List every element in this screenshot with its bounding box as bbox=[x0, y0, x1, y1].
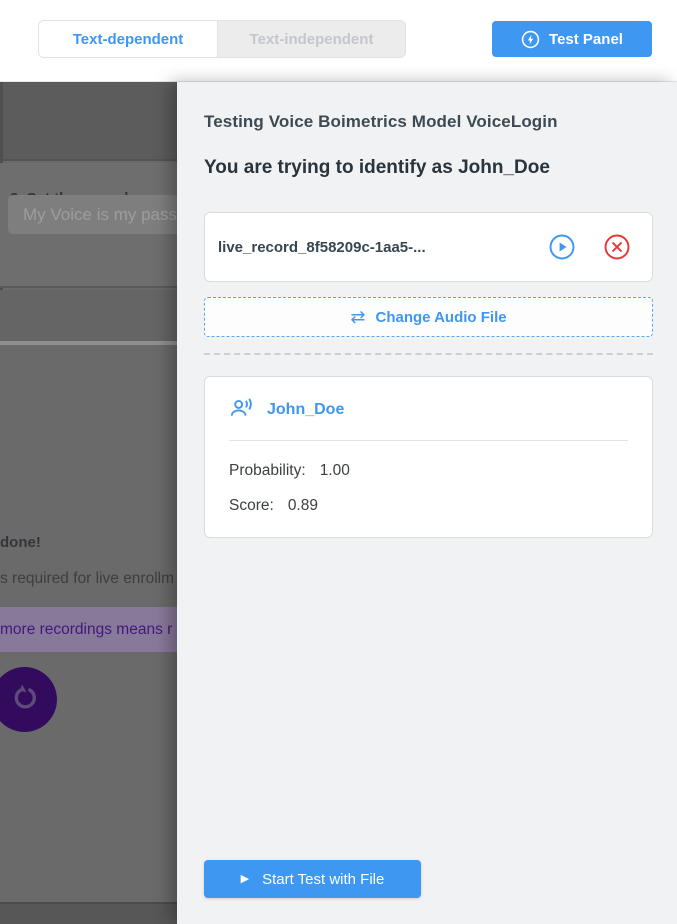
probability-value: 1.00 bbox=[319, 462, 350, 479]
change-audio-file-button[interactable]: ⇄ Change Audio File bbox=[204, 297, 653, 337]
enrollment-hint-text: s required for live enrollm bbox=[0, 570, 175, 587]
top-header: Text-dependent Text-independent Test Pan… bbox=[0, 0, 677, 82]
page-root: Text-dependent Text-independent Test Pan… bbox=[0, 0, 677, 924]
score-value: 0.89 bbox=[287, 497, 318, 514]
recordings-highlight: more recordings means r bbox=[0, 607, 177, 652]
tab-text-dependent[interactable]: Text-dependent bbox=[39, 21, 217, 57]
score-row: Score: 0.89 bbox=[229, 497, 628, 515]
audio-file-name: live_record_8f58209c-1aa5-... bbox=[218, 238, 426, 256]
drawer-content: Testing Voice Boimetrics Model VoiceLogi… bbox=[177, 82, 677, 924]
result-divider bbox=[229, 440, 628, 441]
audio-file-card: live_record_8f58209c-1aa5-... bbox=[204, 212, 653, 282]
score-label: Score: bbox=[229, 497, 274, 514]
probability-label: Probability: bbox=[229, 462, 306, 479]
speaker-name: John_Doe bbox=[267, 401, 345, 418]
mode-tabs: Text-dependent Text-independent bbox=[38, 20, 406, 58]
start-test-button[interactable]: ▶ Start Test with File bbox=[204, 860, 421, 898]
done-text: done! bbox=[0, 534, 41, 551]
panel-subtitle: You are trying to identify as John_Doe bbox=[204, 157, 550, 178]
x-circle-icon bbox=[604, 234, 630, 260]
section-dashed-divider bbox=[204, 353, 653, 355]
test-panel-button[interactable]: Test Panel bbox=[492, 21, 652, 57]
probability-row: Probability: 1.00 bbox=[229, 462, 628, 480]
test-panel-button-label: Test Panel bbox=[549, 30, 623, 48]
recordings-highlight-text: more recordings means r bbox=[0, 620, 173, 638]
speaker-row: John_Doe bbox=[229, 396, 628, 424]
play-audio-button[interactable] bbox=[549, 234, 575, 260]
tab-text-independent[interactable]: Text-independent bbox=[217, 21, 405, 57]
change-audio-file-label: Change Audio File bbox=[375, 308, 507, 326]
bolt-circle-icon bbox=[521, 30, 540, 49]
play-circle-icon bbox=[549, 234, 575, 260]
play-triangle-icon: ▶ bbox=[240, 872, 250, 885]
remove-audio-button[interactable] bbox=[604, 234, 630, 260]
refresh-icon bbox=[8, 680, 42, 719]
swap-arrows-icon: ⇄ bbox=[350, 307, 366, 327]
voice-over-icon bbox=[229, 394, 256, 426]
identification-result-card: John_Doe Probability: 1.00 Score: 0.89 bbox=[204, 376, 653, 538]
start-test-button-label: Start Test with File bbox=[262, 870, 385, 888]
refresh-button[interactable] bbox=[0, 667, 57, 732]
panel-title: Testing Voice Boimetrics Model VoiceLogi… bbox=[204, 112, 558, 131]
test-panel-drawer: Testing Voice Boimetrics Model VoiceLogi… bbox=[177, 82, 677, 924]
